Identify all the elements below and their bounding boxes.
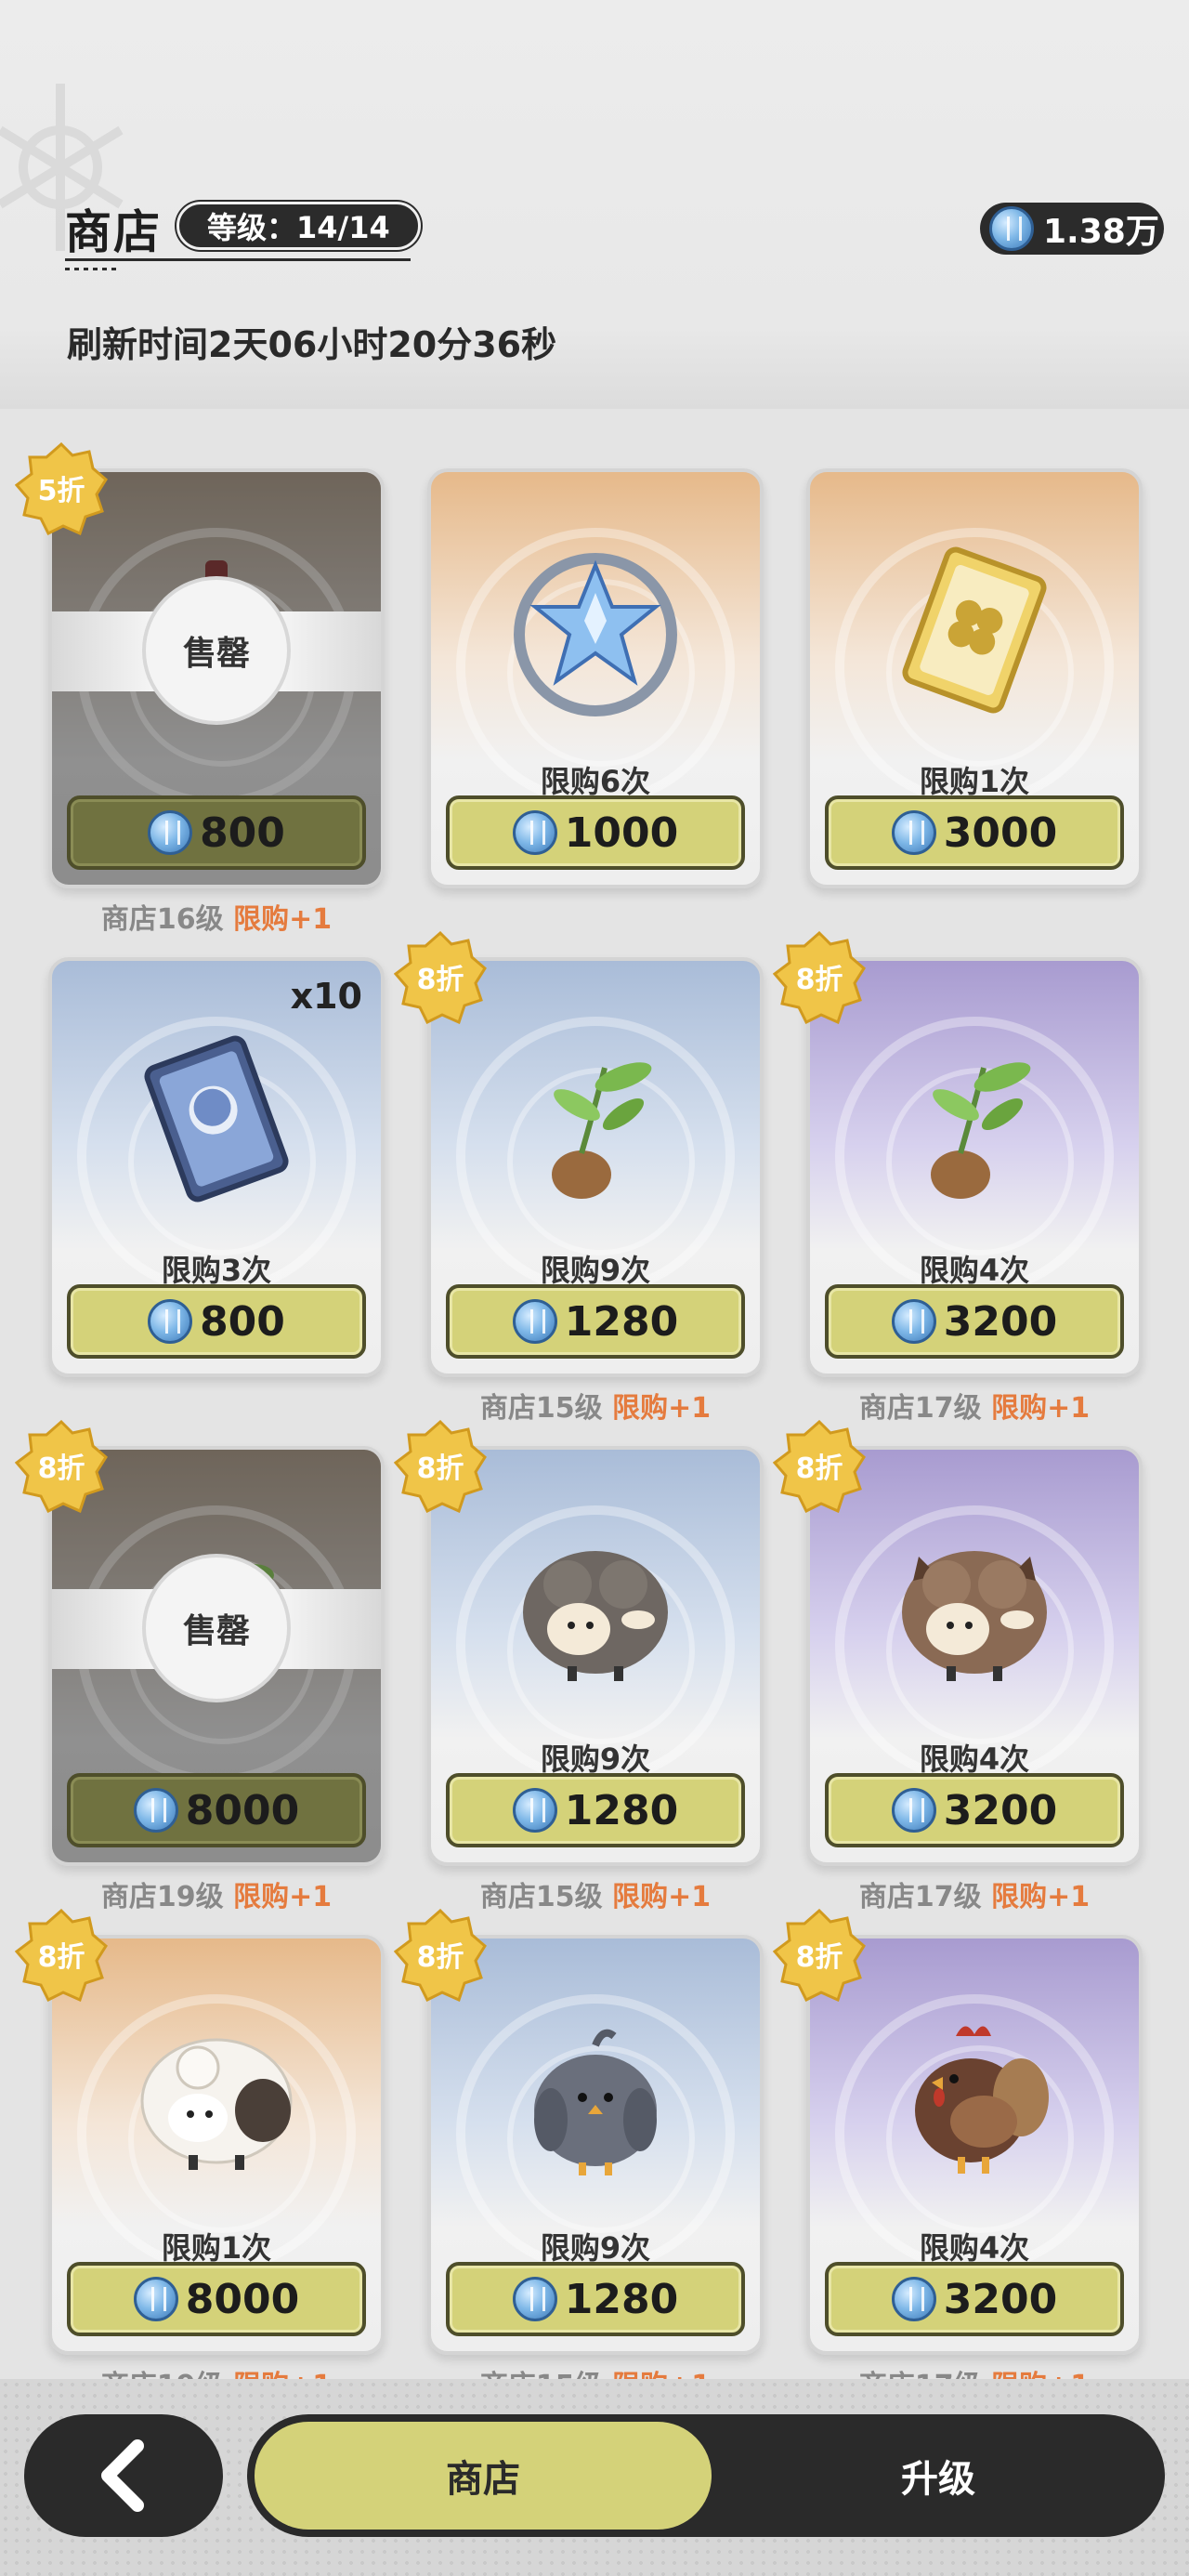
- item-quantity: x10: [290, 976, 362, 1017]
- character-card-icon: [144, 1035, 289, 1203]
- chevron-left-icon: [101, 2439, 144, 2512]
- price-button[interactable]: 3200: [825, 1284, 1124, 1359]
- req-level: 商店15级: [479, 1392, 603, 1425]
- coin-icon: [133, 1788, 178, 1833]
- price-value: 3200: [943, 2275, 1058, 2323]
- gray-sheep-icon: [523, 1551, 668, 1681]
- title-dots: [65, 268, 117, 270]
- price-button[interactable]: 3000: [825, 795, 1124, 870]
- level-badge: 等级：14/14: [176, 202, 421, 250]
- crystal-star-badge-icon: [514, 553, 677, 716]
- price-button[interactable]: 8000: [67, 2262, 366, 2336]
- price-button[interactable]: 3200: [825, 2262, 1124, 2336]
- price-value: 1280: [564, 1297, 679, 1346]
- discount-label: 5折: [38, 475, 85, 507]
- price-button[interactable]: 3200: [825, 1773, 1124, 1847]
- discount-badge-icon: 8折: [394, 931, 487, 1024]
- coin-icon: [512, 810, 557, 855]
- price-value: 800: [200, 808, 285, 857]
- sapling-icon: [552, 1062, 652, 1199]
- discount-badge-icon: 8折: [15, 1909, 108, 2002]
- req-plus: 限购+1: [612, 1392, 712, 1425]
- discount-label: 8折: [417, 964, 464, 996]
- coin-icon: [891, 2277, 936, 2321]
- title-underline: [65, 258, 411, 261]
- coin-icon: [148, 810, 193, 855]
- coin-icon: [891, 1299, 936, 1344]
- discount-label: 8折: [796, 1452, 843, 1485]
- price-button[interactable]: 800: [67, 795, 366, 870]
- price-button[interactable]: 8000: [67, 1773, 366, 1847]
- page-title: 商店: [65, 205, 162, 259]
- coin-icon: [133, 2277, 178, 2321]
- req-level: 商店19级: [100, 1881, 224, 1913]
- price-value: 1000: [564, 808, 679, 857]
- req-level: 商店15级: [479, 1881, 603, 1913]
- req-plus: 限购+1: [991, 1881, 1091, 1913]
- price-value: 1280: [564, 2275, 679, 2323]
- req-level: 商店16级: [100, 903, 224, 936]
- currency-amount: 1.38万: [1043, 213, 1159, 251]
- discount-label: 8折: [796, 1941, 843, 1974]
- coin-icon: [891, 1788, 936, 1833]
- soldout-label: 售罄: [142, 576, 291, 725]
- discount-badge-icon: 8折: [394, 1909, 487, 2002]
- discount-badge-icon: 8折: [773, 1909, 866, 2002]
- price-button[interactable]: 800: [67, 1284, 366, 1359]
- price-button[interactable]: 1280: [446, 2262, 745, 2336]
- unlock-requirement: 商店16级 限购+1: [48, 896, 385, 937]
- price-value: 3200: [943, 1297, 1058, 1346]
- price-value: 1280: [564, 1786, 679, 1834]
- discount-label: 8折: [38, 1452, 85, 1485]
- coin-icon: [148, 1299, 193, 1344]
- shop-item-card[interactable]: x10 限购3次 800: [48, 957, 385, 1377]
- sapling-icon: [931, 1062, 1031, 1199]
- brown-sheep-icon: [902, 1551, 1047, 1681]
- price-button[interactable]: 1280: [446, 1773, 745, 1847]
- tab-upgrade[interactable]: 升级: [715, 2422, 1161, 2530]
- discount-label: 8折: [38, 1941, 85, 1974]
- req-plus: 限购+1: [233, 1881, 333, 1913]
- discount-label: 8折: [796, 964, 843, 996]
- discount-badge-icon: 8折: [773, 1420, 866, 1513]
- soldout-label: 售罄: [142, 1554, 291, 1702]
- tab-shop[interactable]: 商店: [255, 2422, 712, 2530]
- refresh-timer: 刷新时间2天06小时20分36秒: [67, 324, 557, 365]
- coin-icon: [512, 2277, 557, 2321]
- discount-badge-icon: 8折: [15, 1420, 108, 1513]
- white-sheep-icon: [140, 2038, 293, 2170]
- price-value: 8000: [185, 1786, 300, 1834]
- rooster-icon: [915, 2026, 1049, 2174]
- price-button[interactable]: 1280: [446, 1284, 745, 1359]
- currency-display[interactable]: 1.38万: [980, 203, 1164, 255]
- req-level: 商店17级: [858, 1881, 982, 1913]
- req-plus: 限购+1: [991, 1392, 1091, 1425]
- discount-badge-icon: 8折: [394, 1420, 487, 1513]
- discount-badge-icon: 5折: [15, 442, 108, 535]
- req-plus: 限购+1: [233, 903, 333, 936]
- discount-label: 8折: [417, 1452, 464, 1485]
- price-value: 3200: [943, 1786, 1058, 1834]
- coin-icon: [891, 810, 936, 855]
- back-button[interactable]: [24, 2414, 223, 2537]
- gray-bird-icon: [534, 2029, 657, 2175]
- shop-item-card[interactable]: 限购6次 1000: [427, 468, 764, 888]
- price-value: 8000: [185, 2275, 300, 2323]
- clover-ticket-icon: [902, 546, 1047, 714]
- req-plus: 限购+1: [612, 1881, 712, 1913]
- req-level: 商店17级: [858, 1392, 982, 1425]
- price-button[interactable]: 1000: [446, 795, 745, 870]
- coin-icon: [512, 1299, 557, 1344]
- shop-item-card[interactable]: 限购1次 3000: [806, 468, 1143, 888]
- price-value: 800: [200, 1297, 285, 1346]
- coin-icon: [989, 206, 1034, 251]
- coin-icon: [512, 1788, 557, 1833]
- price-value: 3000: [943, 808, 1058, 857]
- discount-label: 8折: [417, 1941, 464, 1974]
- discount-badge-icon: 8折: [773, 931, 866, 1024]
